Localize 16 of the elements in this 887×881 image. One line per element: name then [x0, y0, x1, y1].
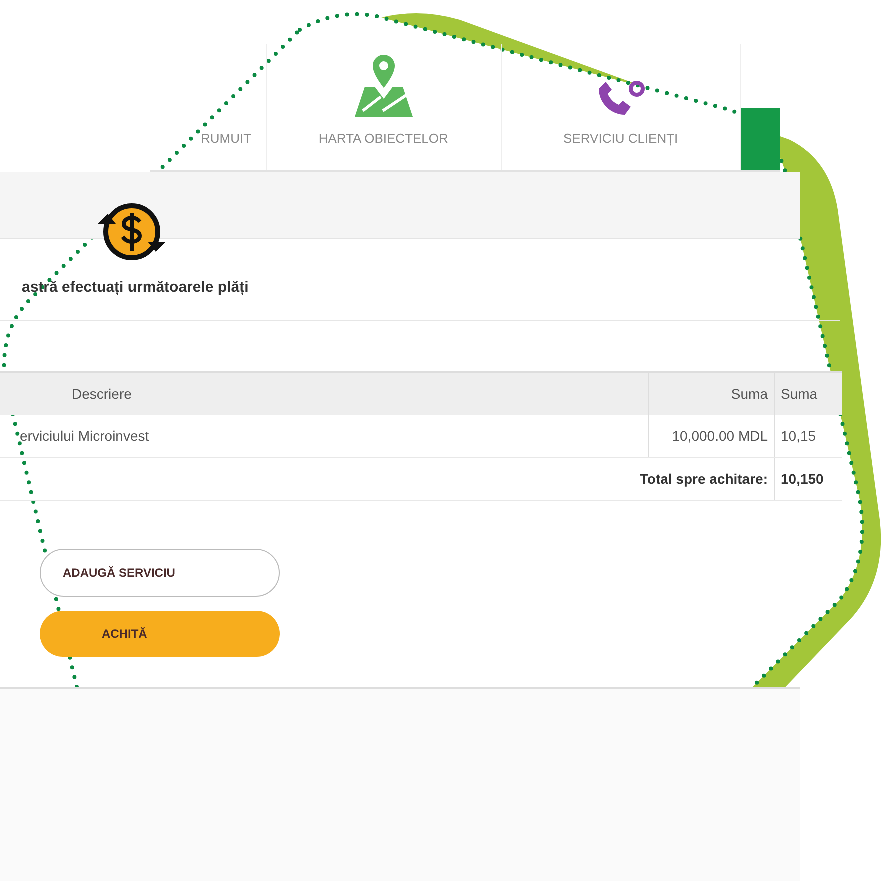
- add-service-button[interactable]: ADAUGĂ SERVICIU: [40, 549, 280, 597]
- total-label: Total spre achitare:: [0, 458, 774, 500]
- column-header: Suma: [774, 372, 842, 415]
- pay-button[interactable]: ACHITĂ: [40, 611, 280, 657]
- nav-tab[interactable]: SERVICIU CLIENȚI: [502, 44, 741, 170]
- table-cell: 10,15: [774, 415, 842, 458]
- column-header: Suma: [648, 372, 774, 415]
- map-pin-icon: [352, 53, 415, 119]
- column-header: Descriere: [0, 372, 648, 415]
- payment-heading: astră efectuați următoarele plăți: [22, 279, 250, 296]
- nav-tab[interactable]: HARTA OBIECTELOR: [266, 44, 502, 170]
- nav-tab[interactable]: RUMUIT: [150, 44, 267, 170]
- nav-tab[interactable]: [740, 108, 780, 170]
- table-cell: erviciului Microinvest: [0, 415, 648, 458]
- total-value: 10,150: [774, 458, 842, 500]
- table-cell: 10,000.00 MDL: [648, 415, 774, 458]
